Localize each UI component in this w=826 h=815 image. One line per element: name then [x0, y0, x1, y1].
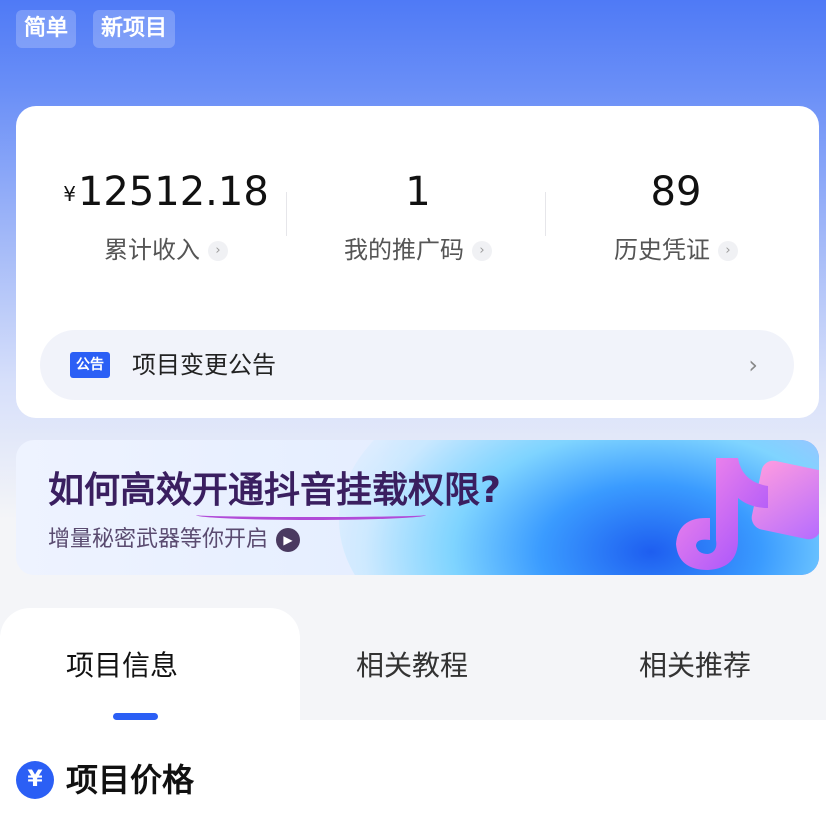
chevron-right-icon: ›: [718, 241, 738, 261]
yen-icon: ¥: [16, 761, 54, 799]
tag-new-project: 新项目: [93, 10, 176, 48]
promo-banner[interactable]: 如何高效开通抖音挂载权限? 增量秘密武器等你开启 ▶: [16, 440, 819, 575]
stats-card: ¥12512.18 累计收入 › 1 我的推广码 › 89 历史凭证 › 公告 项目变…: [16, 106, 819, 418]
notice-badge: 公告: [70, 352, 110, 378]
income-label: 累计收入: [104, 236, 200, 264]
notice-bar[interactable]: 公告 项目变更公告 ›: [40, 330, 794, 400]
promo-code-label-row: 我的推广码 ›: [288, 234, 548, 266]
chevron-right-icon: ›: [208, 241, 228, 261]
banner-subtitle: 增量秘密武器等你开启: [48, 527, 269, 552]
promo-code-label: 我的推广码: [344, 236, 464, 264]
tab-bar: 项目信息 相关教程 相关推荐: [0, 608, 826, 720]
section-title: 项目价格: [66, 761, 195, 799]
chevron-right-icon: ›: [472, 241, 492, 261]
active-tab-indicator: [113, 713, 158, 720]
notice-text: 项目变更公告: [132, 351, 276, 379]
stat-divider: [286, 192, 287, 236]
tab-recommendations[interactable]: 相关推荐: [639, 646, 751, 686]
income-label-row: 累计收入 ›: [36, 234, 296, 266]
tag-simple: 简单: [16, 10, 77, 48]
income-value: ¥12512.18: [63, 169, 269, 215]
banner-subtitle-row: 增量秘密武器等你开启 ▶: [48, 524, 301, 556]
vouchers-value: 89: [650, 169, 702, 215]
vouchers-label-row: 历史凭证 ›: [546, 234, 806, 266]
tab-tutorials[interactable]: 相关教程: [356, 646, 468, 686]
banner-title: 如何高效开通抖音挂载权限?: [48, 470, 501, 511]
vouchers-label: 历史凭证: [614, 236, 710, 264]
banner-title-underline: [196, 510, 426, 520]
promo-code-value: 1: [405, 169, 431, 215]
currency-symbol: ¥: [63, 182, 76, 206]
tiktok-note-icon: [676, 458, 768, 570]
tab-project-info[interactable]: 项目信息: [66, 646, 178, 686]
chevron-right-icon: ›: [748, 351, 758, 379]
play-arrow-icon: ▶: [276, 528, 301, 552]
